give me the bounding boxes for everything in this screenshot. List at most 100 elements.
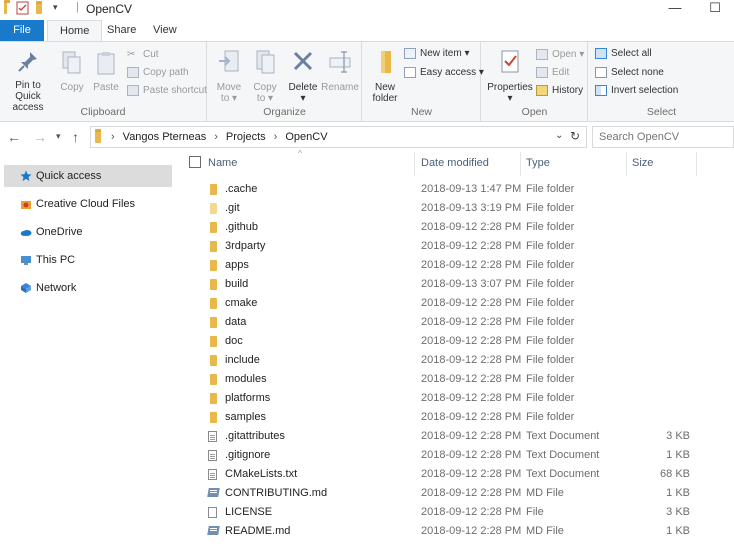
file-size: 1 KB (666, 525, 690, 537)
file-row[interactable]: include 2018-09-12 2:28 PM File folder (186, 351, 706, 370)
new-item-button[interactable]: New item ▾ (404, 48, 470, 59)
file-row[interactable]: .github 2018-09-12 2:28 PM File folder (186, 218, 706, 237)
customize-dropdown-icon[interactable]: ▾ (53, 2, 58, 13)
title-separator: | (76, 1, 79, 13)
open-button[interactable]: Open ▾ (536, 49, 584, 60)
history-button[interactable]: History (536, 85, 583, 96)
file-type: Text Document (526, 449, 600, 461)
properties-quick-icon[interactable] (16, 1, 30, 18)
address-bar[interactable]: › Vangos Pterneas › Projects › OpenCV ⌄ … (90, 126, 587, 148)
breadcrumb-separator-icon[interactable]: › (111, 131, 115, 143)
column-divider[interactable] (626, 152, 627, 176)
file-row[interactable]: .git 2018-09-13 3:19 PM File folder (186, 199, 706, 218)
forward-arrow-icon[interactable]: → (33, 129, 47, 145)
breadcrumb-separator-icon[interactable]: › (214, 131, 218, 143)
breadcrumb-item-user[interactable]: Vangos Pterneas (123, 131, 207, 143)
address-dropdown-icon[interactable]: ⌄ (555, 130, 563, 141)
folder-icon (210, 184, 217, 195)
column-divider[interactable] (696, 152, 697, 176)
file-row[interactable]: data 2018-09-12 2:28 PM File folder (186, 313, 706, 332)
rename-button[interactable]: Rename (320, 48, 360, 93)
file-type: Text Document (526, 468, 600, 480)
nav-item-creative-cloud[interactable]: Creative Cloud Files (4, 193, 172, 215)
cut-button[interactable]: ✂ Cut (127, 49, 159, 60)
folder-icon (210, 279, 217, 290)
new-folder-button[interactable]: New folder (366, 48, 404, 104)
file-name: README.md (225, 525, 291, 537)
new-folder-icon (381, 51, 391, 73)
properties-button[interactable]: Properties ▾ (485, 48, 535, 104)
file-date-modified: 2018-09-12 2:28 PM (421, 373, 522, 385)
recent-locations-chevron-icon[interactable]: ▾ (56, 131, 61, 142)
md-file-icon (208, 526, 220, 536)
tab-view[interactable]: View (141, 20, 189, 41)
copy-to-button[interactable]: Copy to ▾ (248, 48, 282, 104)
select-all-button[interactable]: Select all (595, 48, 652, 59)
minimize-button[interactable]: — (660, 0, 690, 18)
paste-shortcut-button[interactable]: Paste shortcut (127, 85, 207, 96)
invert-selection-button[interactable]: Invert selection (595, 85, 678, 96)
nav-item-onedrive[interactable]: OneDrive (4, 221, 172, 243)
file-row[interactable]: README.md 2018-09-12 2:28 PM MD File 1 KB (186, 522, 706, 541)
file-row[interactable]: apps 2018-09-12 2:28 PM File folder (186, 256, 706, 275)
file-date-modified: 2018-09-12 2:28 PM (421, 411, 522, 423)
back-arrow-icon[interactable]: ← (7, 129, 21, 145)
file-row[interactable]: doc 2018-09-12 2:28 PM File folder (186, 332, 706, 351)
delete-button[interactable]: Delete ▾ (286, 48, 320, 104)
file-row[interactable]: build 2018-09-13 3:07 PM File folder (186, 275, 706, 294)
copy-button[interactable]: Copy (56, 50, 88, 93)
folder-icon (210, 355, 217, 366)
tab-file[interactable]: File (0, 20, 44, 41)
file-row[interactable]: LICENSE 2018-09-12 2:28 PM File 3 KB (186, 503, 706, 522)
file-date-modified: 2018-09-13 3:07 PM (421, 278, 522, 290)
breadcrumb-separator-icon[interactable]: › (274, 131, 278, 143)
file-row[interactable]: .gitignore 2018-09-12 2:28 PM Text Documen… (186, 446, 706, 465)
text-document-icon (208, 469, 217, 480)
breadcrumb-item-opencv[interactable]: OpenCV (285, 131, 327, 143)
file-name: apps (225, 259, 249, 271)
file-row[interactable]: .cache 2018-09-13 1:47 PM File folder (186, 180, 706, 199)
refresh-icon[interactable]: ↻ (570, 129, 580, 143)
file-row[interactable]: CONTRIBUTING.md 2018-09-12 2:28 PM MD File… (186, 484, 706, 503)
breadcrumb-item-projects[interactable]: Projects (226, 131, 266, 143)
file-row[interactable]: platforms 2018-09-12 2:28 PM File folder (186, 389, 706, 408)
edit-button[interactable]: Edit (536, 67, 569, 78)
up-arrow-icon[interactable]: ↑ (72, 129, 79, 145)
new-folder-quick-icon[interactable] (36, 1, 42, 14)
delete-x-icon (293, 51, 313, 71)
ribbon: Pin to Quick access Copy Paste ✂ Cut Copy… (0, 41, 734, 122)
clipboard-group: Pin to Quick access Copy Paste ✂ Cut Copy… (0, 42, 207, 121)
nav-item-network[interactable]: Network (4, 277, 172, 299)
column-divider[interactable] (414, 152, 415, 176)
file-row[interactable]: .gitattributes 2018-09-12 2:28 PM Text Doc… (186, 427, 706, 446)
move-to-button[interactable]: Move to ▾ (212, 48, 246, 104)
file-row[interactable]: cmake 2018-09-12 2:28 PM File folder (186, 294, 706, 313)
file-row[interactable]: modules 2018-09-12 2:28 PM File folder (186, 370, 706, 389)
edit-icon (536, 67, 548, 78)
nav-item-this-pc[interactable]: This PC (4, 249, 172, 271)
column-type[interactable]: Type (526, 157, 550, 169)
file-row[interactable]: CMakeLists.txt 2018-09-12 2:28 PM Text Doc… (186, 465, 706, 484)
file-row[interactable]: 3rdparty 2018-09-12 2:28 PM File folder (186, 237, 706, 256)
paste-button[interactable]: Paste (90, 50, 122, 93)
md-file-icon (208, 488, 220, 498)
select-all-checkbox[interactable] (189, 156, 201, 168)
copy-path-button[interactable]: Copy path (127, 67, 189, 78)
pin-quick-access-button[interactable]: Pin to Quick access (2, 50, 54, 113)
file-name: .gitattributes (225, 430, 285, 442)
file-size: 3 KB (666, 506, 690, 518)
nav-item-quick-access[interactable]: Quick access (4, 165, 172, 187)
file-row[interactable]: samples 2018-09-12 2:28 PM File folder (186, 408, 706, 427)
text-document-icon (208, 450, 217, 461)
column-date-modified[interactable]: Date modified (421, 157, 489, 169)
easy-access-button[interactable]: Easy access ▾ (404, 67, 484, 78)
new-group: New folder New item ▾ Easy access ▾ New (363, 42, 484, 121)
column-divider[interactable] (520, 152, 521, 176)
search-input[interactable] (593, 127, 733, 147)
maximize-button[interactable]: ☐ (700, 0, 730, 18)
select-none-button[interactable]: Select none (595, 67, 664, 78)
breadcrumb: › Vangos Pterneas › Projects › OpenCV (111, 131, 328, 143)
column-size[interactable]: Size (632, 157, 653, 169)
column-name[interactable]: Name (208, 157, 237, 169)
file-date-modified: 2018-09-12 2:28 PM (421, 354, 522, 366)
